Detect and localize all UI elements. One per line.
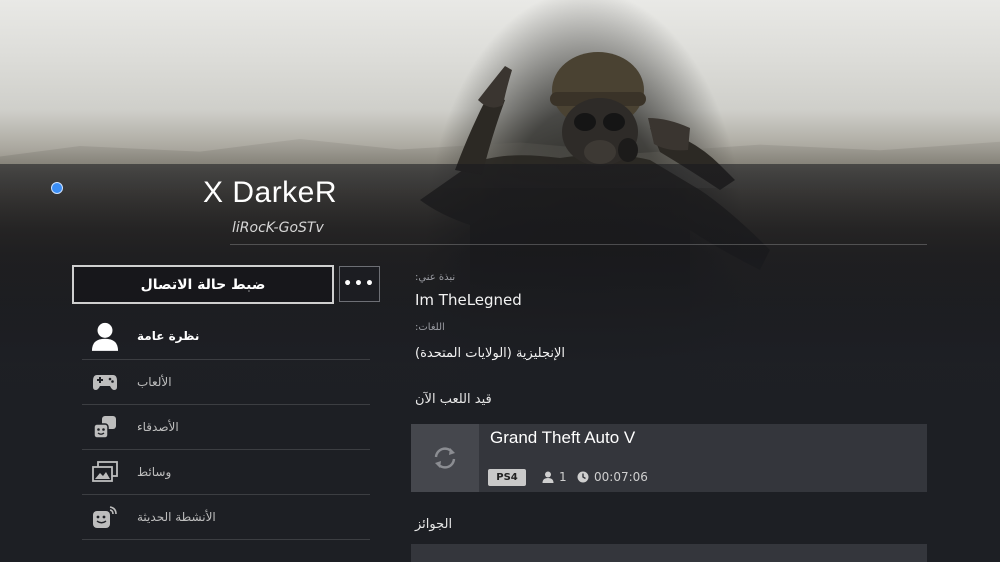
online-id: X DarkeR [203, 176, 338, 209]
menu-item-friends[interactable]: الأصدقاء [82, 405, 370, 450]
menu-item-label: وسائط [137, 465, 172, 479]
controller-icon [91, 368, 119, 396]
person-icon [542, 471, 554, 483]
game-title: Grand Theft Auto V [490, 428, 636, 447]
menu-item-label: نظرة عامة [137, 329, 200, 343]
header-divider [230, 244, 927, 245]
menu-item-label: الأصدقاء [137, 420, 179, 434]
trophies-card[interactable] [411, 544, 927, 562]
menu-item-label: الألعاب [137, 375, 172, 389]
now-playing-title: قيد اللعب الآن [415, 392, 492, 407]
languages-label: اللغات: [415, 322, 445, 333]
now-playing-game-card[interactable]: Grand Theft Auto V PS4 1 00:07:06 [411, 424, 927, 492]
refresh-icon [434, 447, 456, 469]
menu-item-games[interactable]: الألعاب [82, 360, 370, 405]
menu-item-overview[interactable]: نظرة عامة [82, 313, 370, 360]
profile-menu: نظرة عامة الألعاب الأصدقاء وسائط الأنشطة… [82, 313, 370, 540]
activity-icon [91, 503, 119, 531]
media-icon [91, 458, 119, 486]
player-count-value: 1 [559, 470, 567, 484]
play-time-value: 00:07:06 [594, 470, 648, 484]
friends-icon [91, 413, 119, 441]
clock-icon [577, 471, 589, 483]
more-options-icon: ••• [343, 276, 376, 292]
about-me-label: نبذة عني: [415, 272, 456, 283]
online-status-indicator [51, 182, 63, 194]
menu-item-label: الأنشطة الحديثة [137, 510, 216, 524]
play-time: 00:07:06 [577, 470, 648, 484]
about-me-value: Im TheLegned [415, 291, 522, 309]
set-online-status-label: ضبط حالة الاتصال [140, 276, 266, 293]
avatar-icon [91, 322, 119, 351]
game-thumbnail [411, 424, 479, 492]
platform-badge: PS4 [488, 469, 526, 486]
player-count: 1 [542, 470, 567, 484]
languages-value: الإنجليزية (الولايات المتحدة) [415, 346, 565, 361]
menu-item-recent-activities[interactable]: الأنشطة الحديثة [82, 495, 370, 540]
real-name: liRocK-GoSTv [232, 220, 324, 236]
more-options-button[interactable]: ••• [339, 266, 380, 302]
menu-item-media[interactable]: وسائط [82, 450, 370, 495]
trophies-title: الجوائز [415, 517, 453, 532]
set-online-status-button[interactable]: ضبط حالة الاتصال [72, 265, 334, 304]
